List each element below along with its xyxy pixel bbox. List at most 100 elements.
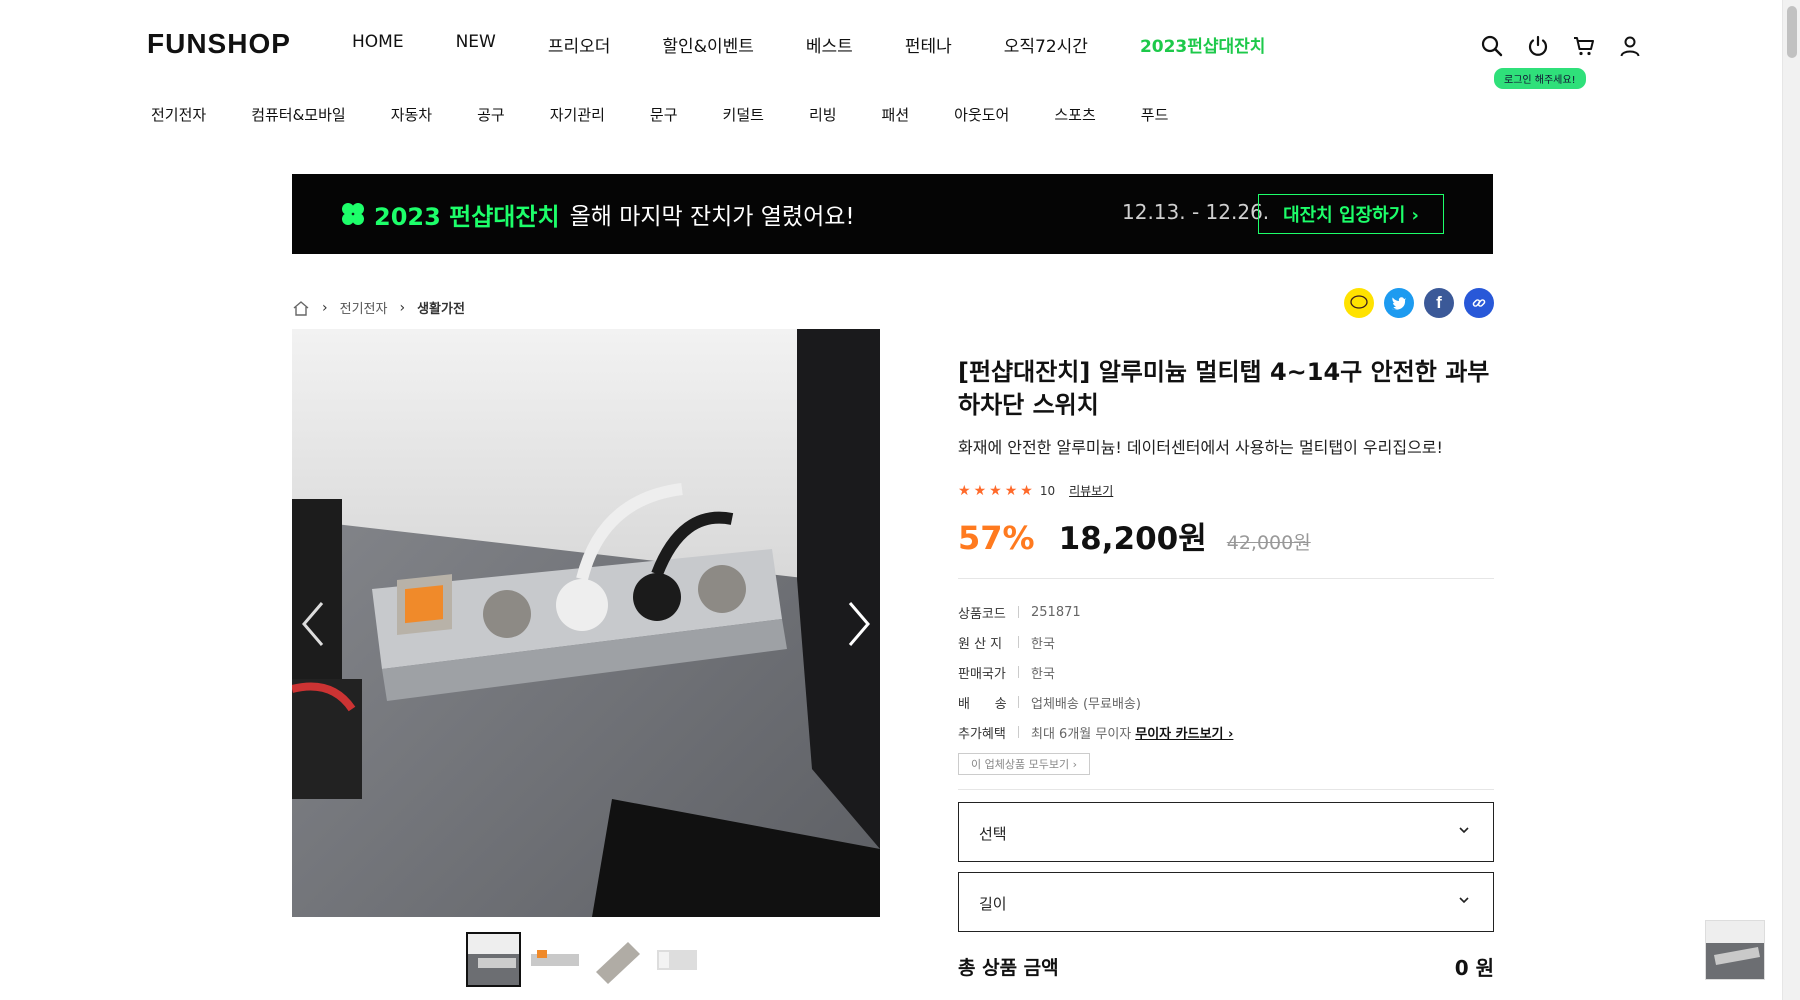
review-link[interactable]: 리뷰보기 xyxy=(1069,482,1113,499)
total-value: 0 원 xyxy=(1454,956,1494,980)
spec-row: 상품코드 251871 xyxy=(958,597,1494,627)
scrollbar[interactable] xyxy=(1782,0,1800,1000)
spec-list: 상품코드 251871 원 산 지 한국 판매국가 한국 배 송 업체배송 (무… xyxy=(958,597,1494,747)
category-item[interactable]: 자기관리 xyxy=(550,104,605,125)
divider xyxy=(958,789,1494,790)
spec-label: 원 산 지 xyxy=(958,636,1003,652)
category-item[interactable]: 문구 xyxy=(650,104,678,125)
main-nav: HOME NEW 프리오더 할인&이벤트 베스트 펀테나 오직72시간 2023… xyxy=(352,32,1317,57)
spec-label: 판매국가 xyxy=(958,666,1006,682)
product-photo xyxy=(292,329,880,917)
nav-item-72hours[interactable]: 오직72시간 xyxy=(1004,32,1088,57)
twitter-icon[interactable] xyxy=(1384,288,1414,318)
spec-row: 배 송 업체배송 (무료배송) xyxy=(958,687,1494,717)
discount-rate: 57% xyxy=(958,519,1035,557)
thumbnail[interactable] xyxy=(649,932,704,987)
chevron-right-icon: › xyxy=(399,299,406,316)
product-main-image[interactable] xyxy=(292,329,880,917)
total-label: 총 상품 금액 xyxy=(958,957,1059,979)
banner-date: 12.13. - 12.26. xyxy=(1122,200,1270,224)
category-item[interactable]: 푸드 xyxy=(1141,104,1169,125)
facebook-icon[interactable]: f xyxy=(1424,288,1454,318)
spec-row: 판매국가 한국 xyxy=(958,657,1494,687)
category-nav: 전기전자 컴퓨터&모바일 자동차 공구 자기관리 문구 키덜트 리빙 패션 아웃… xyxy=(151,104,1213,125)
nav-item-sale-event[interactable]: 할인&이벤트 xyxy=(662,32,753,57)
chevron-down-icon xyxy=(1459,897,1469,904)
spec-label: 상품코드 xyxy=(958,606,1006,622)
category-item[interactable]: 아웃도어 xyxy=(954,104,1009,125)
power-icon[interactable] xyxy=(1526,34,1550,58)
user-icon[interactable] xyxy=(1618,34,1642,58)
product-rating: ★ ★ ★ ★ ★ 10 리뷰보기 xyxy=(958,482,1494,499)
cart-icon[interactable] xyxy=(1572,34,1596,58)
breadcrumb: › 전기전자 › 생활가전 xyxy=(292,298,465,317)
banner-subtitle: 올해 마지막 잔치가 열렸어요! xyxy=(569,204,855,230)
enter-festival-button[interactable]: 대잔치 입장하기 › xyxy=(1258,194,1444,234)
category-item[interactable]: 전기전자 xyxy=(151,104,206,125)
link-icon[interactable] xyxy=(1464,288,1494,318)
page: FUNSHOP HOME NEW 프리오더 할인&이벤트 베스트 펀테나 오직7… xyxy=(0,0,1800,1000)
price-row: 57% 18,200원 42,000원 xyxy=(958,513,1494,558)
nav-item-festival[interactable]: 2023펀샵대잔치 xyxy=(1140,32,1266,57)
option-select-choice[interactable]: 선택 xyxy=(958,802,1494,862)
thumbnail[interactable] xyxy=(527,932,582,987)
nav-item-new[interactable]: NEW xyxy=(456,32,496,57)
share-buttons: f xyxy=(1344,288,1494,318)
star-icon: ★ xyxy=(1004,482,1018,499)
spec-row: 추가혜택 최대 6개월 무이자 무이자 카드보기 › xyxy=(958,717,1494,747)
category-item[interactable]: 공구 xyxy=(477,104,505,125)
seller-all-items-button[interactable]: 이 업체상품 모두보기 › xyxy=(958,753,1090,775)
category-item[interactable]: 컴퓨터&모바일 xyxy=(251,104,346,125)
banner-title: 2023 펀샵대잔치 xyxy=(374,202,560,231)
spec-label: 배 송 xyxy=(958,696,1007,712)
spec-row: 원 산 지 한국 xyxy=(958,627,1494,657)
spec-value: 한국 xyxy=(1031,666,1055,682)
spec-value: 251871 xyxy=(1031,604,1081,620)
spec-value: 한국 xyxy=(1031,636,1055,652)
divider xyxy=(958,578,1494,579)
funshop-logo[interactable]: FUNSHOP xyxy=(147,28,291,60)
category-item[interactable]: 스포츠 xyxy=(1054,104,1095,125)
nav-item-funtena[interactable]: 펀테나 xyxy=(905,32,952,57)
festival-banner[interactable]: 2023 펀샵대잔치 올해 마지막 잔치가 열렸어요! 12.13. - 12.… xyxy=(292,174,1493,254)
star-icon: ★ xyxy=(989,482,1002,499)
select-label: 선택 xyxy=(979,825,1007,843)
category-item[interactable]: 키덜트 xyxy=(723,104,764,125)
thumbnail[interactable] xyxy=(588,932,643,987)
nav-item-home[interactable]: HOME xyxy=(352,32,404,57)
nav-item-best[interactable]: 베스트 xyxy=(806,32,853,57)
product-title: [펀샵대잔치] 알루미늄 멀티탭 4~14구 안전한 과부하차단 스위치 xyxy=(958,358,1490,419)
spec-label: 추가혜택 xyxy=(958,726,1006,742)
option-select-length[interactable]: 길이 xyxy=(958,872,1494,932)
category-item[interactable]: 패션 xyxy=(882,104,910,125)
chevron-right-icon: › xyxy=(322,299,328,316)
star-icon: ★ xyxy=(958,482,971,499)
category-item[interactable]: 리빙 xyxy=(809,104,837,125)
nav-item-preorder[interactable]: 프리오더 xyxy=(548,32,611,57)
home-icon[interactable] xyxy=(292,300,310,316)
prev-image-arrow[interactable] xyxy=(298,599,330,649)
category-item[interactable]: 자동차 xyxy=(391,104,432,125)
product-description: 화재에 안전한 알루미늄! 데이터센터에서 사용하는 멀티탭이 우리집으로! xyxy=(958,438,1443,457)
review-count: 10 xyxy=(1039,483,1056,498)
spec-value: 최대 6개월 무이자 xyxy=(1031,726,1132,742)
product-info: [펀샵대잔치] 알루미늄 멀티탭 4~14구 안전한 과부하차단 스위치 화재에… xyxy=(958,356,1494,790)
thumbnail-list xyxy=(466,932,704,987)
thumbnail[interactable] xyxy=(466,932,521,987)
total-price: 총 상품 금액 0 원 xyxy=(958,952,1494,981)
select-label: 길이 xyxy=(979,895,1007,913)
chevron-down-icon xyxy=(1459,827,1469,834)
kakaotalk-icon[interactable] xyxy=(1344,288,1374,318)
breadcrumb-current[interactable]: 생활가전 xyxy=(417,298,465,317)
recent-viewed-item[interactable] xyxy=(1705,920,1765,980)
star-icon: ★ xyxy=(1020,482,1033,499)
sale-price: 18,200원 xyxy=(1058,521,1207,557)
star-icon: ★ xyxy=(973,482,987,499)
installment-card-link[interactable]: 무이자 카드보기 › xyxy=(1135,723,1233,742)
breadcrumb-item[interactable]: 전기전자 xyxy=(340,298,388,317)
search-icon[interactable] xyxy=(1480,34,1504,58)
scrollbar-thumb[interactable] xyxy=(1787,6,1797,58)
clover-icon xyxy=(342,203,364,225)
header-utilities xyxy=(1480,34,1642,58)
next-image-arrow[interactable] xyxy=(842,599,874,649)
